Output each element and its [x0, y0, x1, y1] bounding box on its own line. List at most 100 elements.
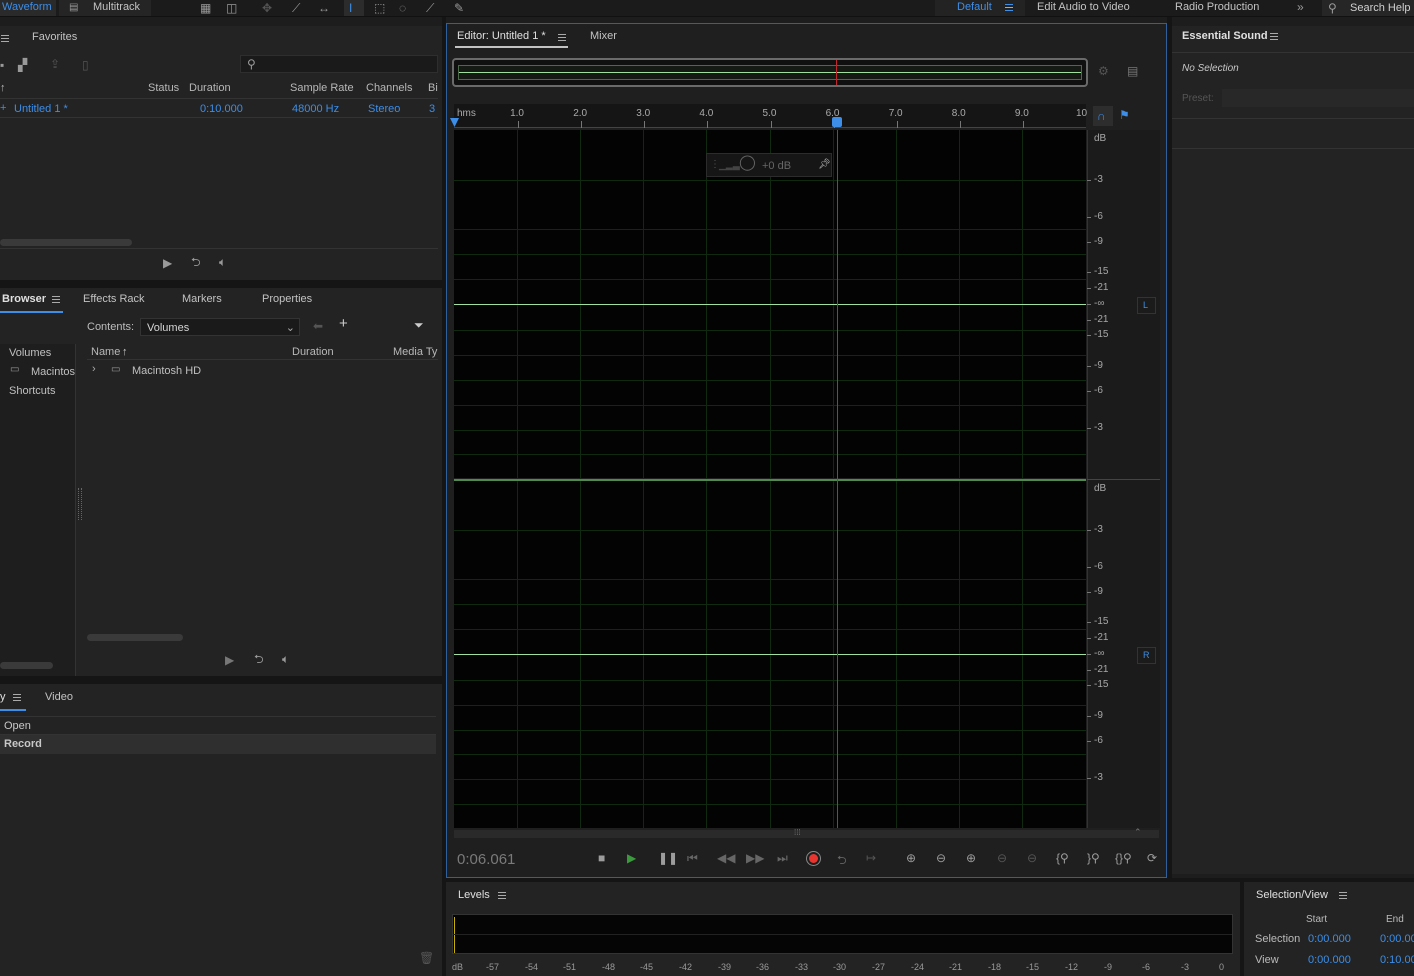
play-icon[interactable]: ▶: [627, 851, 636, 865]
back-arrow-icon[interactable]: ⬅: [313, 320, 323, 332]
pitch-icon[interactable]: ◫: [226, 2, 237, 14]
zoom-in-time-icon[interactable]: ⊕: [966, 851, 976, 865]
current-time[interactable]: 0:06.061: [457, 851, 515, 868]
more-workspaces-icon[interactable]: »: [1297, 1, 1304, 13]
import-file-icon[interactable]: ▞: [18, 59, 27, 71]
search-help-box[interactable]: ⚲ Search Help: [1322, 0, 1414, 16]
waveform-mode-button[interactable]: Waveform: [0, 0, 56, 16]
tree-shortcuts[interactable]: Shortcuts: [9, 385, 55, 397]
tab-editor[interactable]: Editor: Untitled 1 *: [457, 30, 546, 42]
record-button[interactable]: [806, 851, 821, 866]
zoom-in-point-icon[interactable]: {⚲: [1056, 851, 1069, 865]
zoom-in-amplitude-icon[interactable]: ⊕: [906, 851, 916, 865]
spot-heal-icon[interactable]: ✎: [454, 2, 464, 14]
tree-macintosh[interactable]: Macintos: [31, 366, 75, 378]
tree-volumes[interactable]: Volumes: [9, 347, 51, 359]
stop-icon[interactable]: ■: [598, 851, 605, 865]
fast-forward-icon[interactable]: ▶▶: [746, 851, 764, 865]
slip-tool-icon[interactable]: ↔: [318, 2, 330, 14]
loop-icon[interactable]: ⮌: [254, 653, 264, 665]
brush-tool-icon[interactable]: ⟋: [426, 2, 434, 14]
splitter-handle[interactable]: [78, 488, 82, 520]
zoom-out-full-icon[interactable]: ⊖: [1027, 851, 1037, 865]
files-scrollbar[interactable]: [0, 239, 132, 246]
marquee-tool-icon[interactable]: ⬚: [374, 2, 385, 14]
workspace-edit-audio-video[interactable]: Edit Audio to Video: [1037, 1, 1130, 13]
tab-mixer[interactable]: Mixer: [590, 30, 617, 42]
loop-toggle[interactable]: ∩: [1093, 106, 1113, 126]
col-duration[interactable]: Duration: [292, 346, 334, 358]
marker-pin-icon[interactable]: ⚑: [1119, 109, 1130, 121]
spectral-icon[interactable]: ▦: [200, 2, 211, 14]
panel-separator[interactable]: [1167, 17, 1172, 878]
pin-icon[interactable]: 📌︎: [818, 159, 831, 171]
selection-view-menu-icon[interactable]: [1339, 892, 1347, 899]
levels-title[interactable]: Levels: [458, 889, 490, 901]
expand-chevron-icon[interactable]: ›: [92, 363, 96, 375]
razor-tool-icon[interactable]: ⟋: [292, 2, 300, 14]
col-sample-rate[interactable]: Sample Rate: [290, 82, 354, 94]
loop-icon[interactable]: ⮌: [191, 256, 201, 268]
col-duration[interactable]: Duration: [189, 82, 231, 94]
editor-h-scrollbar[interactable]: ⁞⁞⁞ ⌃: [454, 827, 1159, 838]
editor-menu-icon[interactable]: [558, 34, 566, 41]
col-bits[interactable]: Bi: [428, 82, 438, 94]
zoom-settings-icon[interactable]: ⚙: [1098, 65, 1109, 77]
files-search-input[interactable]: ⚲: [240, 55, 438, 73]
skip-selection-icon[interactable]: ↦: [866, 851, 876, 865]
zoom-out-point-icon[interactable]: }⚲: [1087, 851, 1100, 865]
play-icon[interactable]: ▶: [163, 257, 172, 269]
view-start[interactable]: 0:00.000: [1308, 954, 1351, 966]
scroll-up-icon[interactable]: ⌃: [1134, 827, 1142, 838]
spectral-toggle-icon[interactable]: ▤: [1127, 65, 1138, 77]
tab-browser[interactable]: Browser: [2, 293, 46, 305]
export-icon[interactable]: ⇪: [50, 58, 60, 70]
gain-knob-icon[interactable]: ◯: [739, 155, 756, 170]
multitrack-mode-button[interactable]: ▤ Multitrack: [59, 0, 151, 16]
tab-video[interactable]: Video: [45, 691, 73, 703]
level-meter[interactable]: [452, 914, 1233, 954]
panel-separator[interactable]: [0, 280, 442, 288]
panel-separator[interactable]: [1240, 882, 1244, 976]
file-row[interactable]: + Untitled 1 * 0:10.000 48000 Hz Stereo …: [0, 98, 438, 118]
levels-menu-icon[interactable]: [498, 892, 506, 899]
panel-separator[interactable]: [442, 17, 446, 976]
panel-separator[interactable]: [0, 676, 442, 684]
sort-icon[interactable]: ↑: [0, 82, 6, 94]
browser-scrollbar[interactable]: [87, 634, 183, 641]
history-item[interactable]: Record: [0, 735, 436, 754]
zoom-full-icon[interactable]: ⟳: [1147, 851, 1157, 865]
rewind-icon[interactable]: ◀◀: [717, 851, 735, 865]
lasso-tool-icon[interactable]: ◌: [399, 2, 406, 14]
col-name[interactable]: Name: [91, 346, 120, 358]
play-icon[interactable]: ▶: [225, 654, 234, 666]
browser-list-item[interactable]: › ▭ Macintosh HD: [87, 362, 438, 380]
col-status[interactable]: Status: [148, 82, 179, 94]
overview-navigator[interactable]: [452, 58, 1088, 87]
expand-icon[interactable]: +: [0, 102, 6, 114]
pause-icon[interactable]: ❚❚: [658, 851, 678, 865]
history-menu-icon[interactable]: [13, 694, 21, 701]
hud-gain-control[interactable]: ⋮ ▁▂▃ ◯ +0 dB 📌︎: [706, 153, 832, 177]
selection-end[interactable]: 0:00.00: [1380, 933, 1414, 945]
zoom-selection-icon[interactable]: {}⚲: [1115, 851, 1132, 865]
skip-next-icon[interactable]: ⏭: [777, 851, 788, 866]
add-shortcut-icon[interactable]: +: [339, 316, 348, 331]
skip-previous-icon[interactable]: ⏮: [687, 851, 698, 866]
tab-effects-rack[interactable]: Effects Rack: [83, 293, 145, 305]
panel-separator[interactable]: [446, 878, 1414, 882]
browser-menu-icon[interactable]: [52, 296, 60, 303]
preset-dropdown[interactable]: [1222, 89, 1414, 107]
workspace-default[interactable]: Default: [935, 0, 1025, 16]
zoom-out-amplitude-icon[interactable]: ⊖: [936, 851, 946, 865]
zoom-out-time-icon[interactable]: ⊖: [997, 851, 1007, 865]
filter-icon[interactable]: ⏷: [414, 319, 424, 331]
open-file-icon[interactable]: ▪: [0, 59, 4, 71]
contents-dropdown[interactable]: Volumes ⌄: [140, 318, 300, 336]
workspace-radio-production[interactable]: Radio Production: [1175, 1, 1259, 13]
tab-markers[interactable]: Markers: [182, 293, 222, 305]
tab-properties[interactable]: Properties: [262, 293, 312, 305]
tree-scrollbar[interactable]: [0, 662, 53, 669]
playhead-handle[interactable]: [832, 117, 842, 127]
view-end[interactable]: 0:10.00: [1380, 954, 1414, 966]
